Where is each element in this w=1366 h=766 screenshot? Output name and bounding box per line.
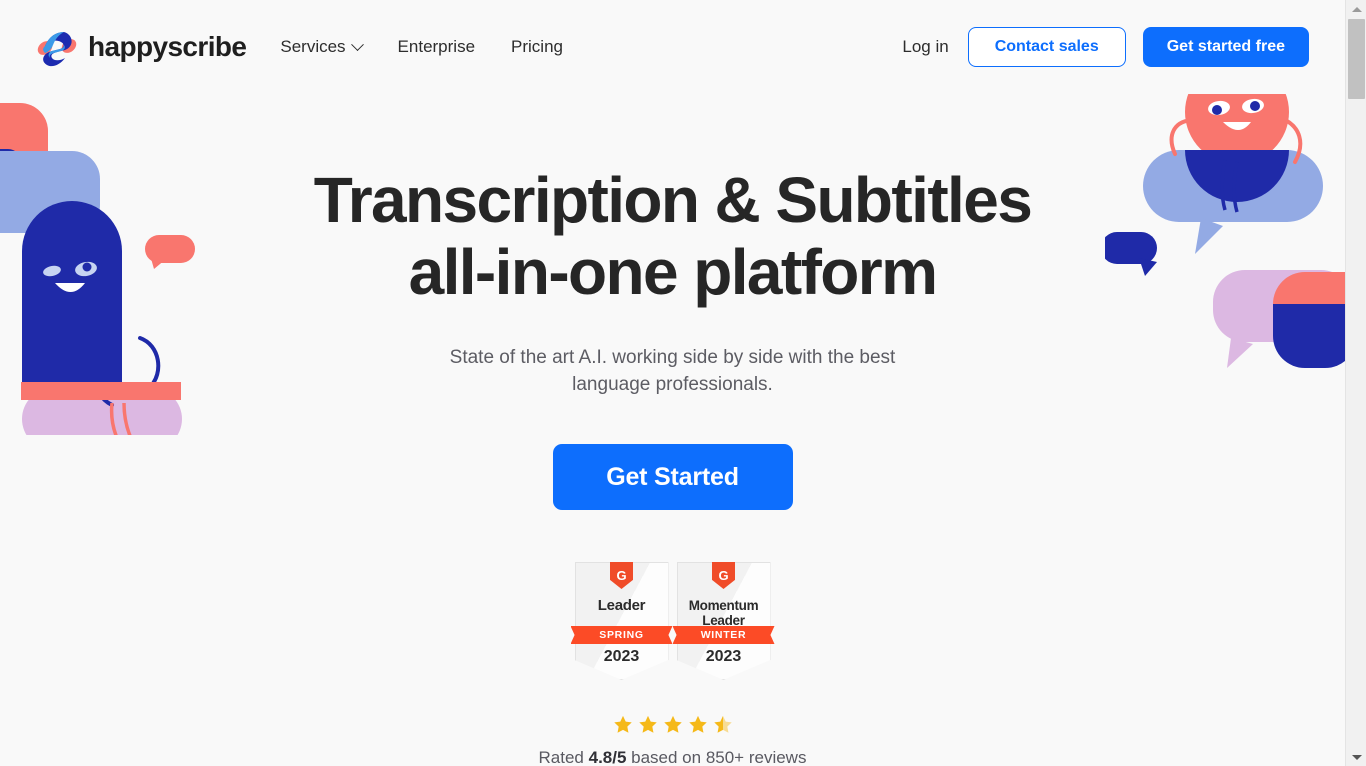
nav-item-enterprise-label: Enterprise <box>397 37 476 56</box>
scroll-up-arrow-icon[interactable] <box>1346 0 1366 18</box>
rating-block: Rated 4.8/5 based on 850+ reviews <box>243 714 1103 766</box>
rating-score: 4.8/5 <box>588 748 627 766</box>
g2-badge-momentum-leader[interactable]: G Momentum Leader WINTER 2023 <box>672 562 775 680</box>
browser-viewport: happyscribe Services Enterprise Pricing … <box>0 0 1345 766</box>
scroll-up-triangle <box>1351 6 1362 12</box>
badge-year: 2023 <box>603 648 640 665</box>
g2-logo-glyph: G <box>616 568 627 583</box>
page-title: Transcription & Subtitles all-in-one pla… <box>243 164 1103 308</box>
get-started-free-button[interactable]: Get started free <box>1142 27 1309 67</box>
scroll-down-arrow-icon[interactable] <box>1346 748 1366 766</box>
badge-season-label: SPRING <box>570 626 673 644</box>
badge-title: Momentum Leader <box>689 598 759 628</box>
star-icon-full <box>688 715 707 733</box>
brand-name: happyscribe <box>88 31 247 62</box>
happyscribe-logo-icon <box>36 27 78 67</box>
nav-item-pricing[interactable]: Pricing <box>511 37 563 57</box>
chevron-down-icon <box>350 37 364 51</box>
badge-title: Leader <box>597 597 646 614</box>
nav-item-services-label: Services <box>280 37 346 56</box>
nav-item-pricing-label: Pricing <box>511 37 563 56</box>
g2-logo-icon: G <box>610 562 633 589</box>
badge-title-line-1: Momentum <box>688 598 759 613</box>
badge-season-ribbon: SPRING <box>570 626 673 644</box>
rating-text: Rated 4.8/5 based on 850+ reviews <box>243 748 1103 766</box>
badge-year: 2023 <box>705 648 742 665</box>
badge-season-ribbon: WINTER <box>672 626 775 644</box>
award-badges: G Leader SPRING 2023 G Momentum Leader W… <box>243 562 1103 680</box>
left-illustration <box>0 55 220 479</box>
star-icon-full <box>613 715 632 733</box>
nav-item-enterprise[interactable]: Enterprise <box>398 37 475 57</box>
hero-title-line-1: Transcription & Subtitles <box>313 164 1033 236</box>
login-link[interactable]: Log in <box>902 37 950 57</box>
contact-sales-button[interactable]: Contact sales <box>967 27 1126 67</box>
nav-item-services[interactable]: Services <box>280 37 364 57</box>
star-icon-full <box>638 715 657 733</box>
star-icon-half <box>713 715 732 733</box>
header-actions: Log in Contact sales Get started free <box>902 27 1309 67</box>
hero-subtitle: State of the art A.I. working side by si… <box>449 347 896 395</box>
g2-badge-leader[interactable]: G Leader SPRING 2023 <box>570 562 673 680</box>
right-illustration <box>1101 50 1345 410</box>
primary-navigation: Services Enterprise Pricing <box>280 37 563 57</box>
rating-suffix: based on 850+ reviews <box>626 748 807 766</box>
hero-content: Transcription & Subtitles all-in-one pla… <box>243 94 1103 766</box>
brand-logo-link[interactable]: happyscribe <box>36 27 247 67</box>
get-started-button[interactable]: Get Started <box>552 444 793 510</box>
star-rating <box>243 714 1103 736</box>
g2-logo-icon: G <box>712 562 735 589</box>
star-icon-full <box>663 715 682 733</box>
badge-season-label: WINTER <box>672 626 775 644</box>
rating-prefix: Rated <box>538 748 589 766</box>
scrollbar-thumb[interactable] <box>1348 19 1365 99</box>
hero-title-line-2: all-in-one platform <box>408 236 938 308</box>
scroll-down-triangle <box>1351 754 1362 760</box>
site-header: happyscribe Services Enterprise Pricing … <box>0 0 1345 94</box>
scrollbar-track[interactable] <box>1346 18 1366 748</box>
vertical-scrollbar[interactable] <box>1345 0 1366 766</box>
g2-logo-glyph: G <box>718 568 729 583</box>
